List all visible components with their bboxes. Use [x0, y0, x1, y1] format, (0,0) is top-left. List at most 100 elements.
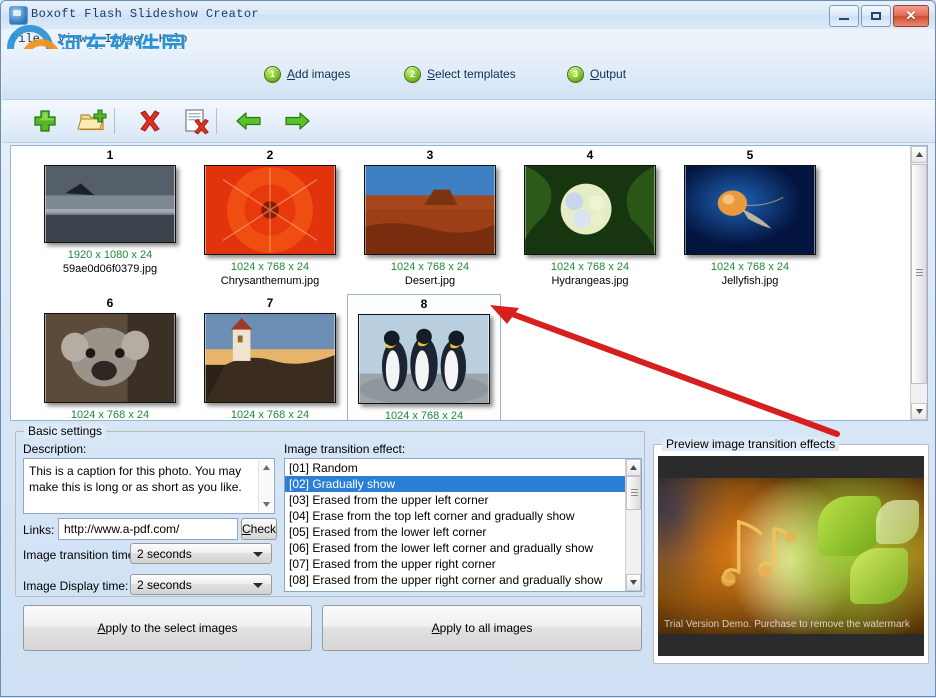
step-3-label: Output: [590, 67, 626, 81]
transition-time-select[interactable]: 2 seconds: [130, 543, 272, 564]
document-delete-icon: [180, 106, 214, 136]
preview-title: Preview image transition effects: [662, 437, 839, 451]
menu-image[interactable]: Image: [96, 30, 150, 48]
list-item[interactable]: [05] Erased from the lower left corner: [285, 524, 625, 540]
close-icon: ✕: [894, 6, 928, 26]
chevron-down-icon: [263, 502, 270, 507]
thumbnail-dimensions: 1024 x 768 x 24: [189, 260, 351, 274]
maximize-button[interactable]: [861, 5, 891, 27]
step-navigation: 1 Add images 2 Select templates 3 Output: [2, 49, 935, 100]
scroll-down-button[interactable]: [911, 403, 927, 420]
description-scroll-up-button[interactable]: [259, 460, 274, 475]
scrollbar-thumb[interactable]: [626, 476, 641, 510]
preview-watermark-text: Trial Version Demo. Purchase to remove t…: [664, 619, 914, 630]
toolbar-separator: [114, 108, 115, 134]
description-input[interactable]: This is a caption for this photo. You ma…: [23, 458, 275, 514]
scroll-down-button[interactable]: [626, 574, 641, 591]
links-input[interactable]: http://www.a-pdf.com/: [58, 518, 238, 540]
red-x-icon: [132, 106, 166, 136]
scroll-up-button[interactable]: [626, 459, 641, 476]
add-images-button[interactable]: [28, 106, 62, 136]
thumbnail-image: [44, 313, 176, 403]
menu-view[interactable]: View: [49, 30, 96, 48]
step-2-badge: 2: [404, 66, 421, 83]
links-value: http://www.a-pdf.com/: [64, 522, 179, 536]
app-logo-icon: [9, 6, 28, 25]
thumbnail-filename: Hydrangeas.jpg: [509, 274, 671, 288]
minimize-button[interactable]: [829, 5, 859, 27]
move-right-button[interactable]: [280, 106, 314, 136]
close-button[interactable]: ✕: [893, 5, 929, 27]
apply-to-selected-button[interactable]: Apply to the select images: [23, 605, 312, 651]
transition-effect-list[interactable]: [01] Random [02] Gradually show [03] Era…: [284, 458, 642, 592]
transition-list-scrollbar[interactable]: [625, 459, 641, 591]
step-add-images[interactable]: 1 Add images: [264, 66, 350, 83]
thumbnail-index: 8: [348, 297, 500, 312]
display-time-select[interactable]: 2 seconds: [130, 574, 272, 595]
leaf-shape: [876, 500, 919, 544]
step-output[interactable]: 3 Output: [567, 66, 626, 83]
remove-image-button[interactable]: [132, 106, 166, 136]
step-select-templates[interactable]: 2 Select templates: [404, 66, 516, 83]
thumbnail-item[interactable]: 6 1024 x 768 x 24 Koala.jpg: [29, 296, 191, 421]
check-link-button[interactable]: Check: [241, 518, 277, 540]
menu-help[interactable]: Help: [150, 30, 197, 48]
apply-to-all-button[interactable]: Apply to all images: [322, 605, 642, 651]
step-3-accel: O: [590, 67, 599, 81]
basic-settings-title: Basic settings: [24, 424, 106, 438]
thumbnail-image: [684, 165, 816, 255]
thumbnail-item[interactable]: 1 1920 x 1080 x 24 59ae0d06f0379.jpg: [29, 148, 191, 276]
step-2-label: Select templates: [427, 67, 516, 81]
move-left-button[interactable]: [232, 106, 266, 136]
add-folder-button[interactable]: [76, 106, 110, 136]
remove-all-button[interactable]: [180, 106, 214, 136]
folder-add-icon: [76, 106, 110, 136]
menu-file[interactable]: File: [2, 30, 49, 48]
list-item[interactable]: [03] Erased from the upper left corner: [285, 492, 625, 508]
step-1-rest: dd images: [295, 67, 350, 81]
thumbnail-index: 2: [189, 148, 351, 163]
step-2-accel: S: [427, 67, 435, 81]
thumbnail-image: [358, 314, 490, 404]
leaf-shape: [850, 548, 909, 604]
list-item[interactable]: [04] Erase from the top left corner and …: [285, 508, 625, 524]
image-list-panel[interactable]: 1 1920 x 1080 x 24 59ae0d06f0379.jpg 2: [10, 145, 928, 421]
thumbnail-image: [44, 165, 176, 243]
description-scrollbar[interactable]: [258, 460, 273, 512]
list-item[interactable]: [09] Erased from the lower right corner: [285, 588, 625, 592]
toolbar-separator: [216, 108, 217, 134]
thumbnail-item[interactable]: 4 1024 x 768 x 24 Hydrangeas.jpg: [509, 148, 671, 288]
apply-all-rest: pply to all images: [440, 621, 533, 635]
image-list-scrollbar[interactable]: [910, 146, 927, 420]
display-time-value: 2 seconds: [137, 578, 192, 592]
chevron-down-icon: [253, 583, 263, 588]
step-1-accel: A: [287, 67, 295, 81]
apply-selected-rest: pply to the select images: [105, 621, 237, 635]
thumbnail-item-selected[interactable]: 8: [347, 294, 501, 421]
thumbnail-dimensions: 1024 x 768 x 24: [189, 408, 351, 421]
list-item[interactable]: [01] Random: [285, 460, 625, 476]
step-1-label: Add images: [287, 67, 350, 81]
list-item[interactable]: [08] Erased from the upper right corner …: [285, 572, 625, 588]
thumbnail-dimensions: 1024 x 768 x 24: [29, 408, 191, 421]
scrollbar-thumb[interactable]: [911, 164, 927, 384]
display-time-label: Image Display time:: [23, 579, 128, 593]
preview-display[interactable]: Trial Version Demo. Purchase to remove t…: [658, 456, 924, 656]
thumbnail-dimensions: 1024 x 768 x 24: [349, 260, 511, 274]
title-bar: Boxoft Flash Slideshow Creator ✕: [1, 1, 935, 29]
green-plus-icon: [28, 106, 62, 136]
description-scroll-down-button[interactable]: [259, 497, 274, 512]
thumbnail-filename: Desert.jpg: [349, 274, 511, 288]
thumbnail-item[interactable]: 5 1024 x 768 x 24 Jellyfish.jpg: [669, 148, 831, 288]
description-text: This is a caption for this photo. You ma…: [29, 463, 251, 495]
thumbnail-item[interactable]: 3 1024 x 768 x 24 Desert.jpg: [349, 148, 511, 288]
thumbnail-item[interactable]: 2 1024 x 768 x 24 Chrysanthemum.jpg: [189, 148, 351, 288]
list-item[interactable]: [06] Erased from the lower left corner a…: [285, 540, 625, 556]
chevron-up-icon: [916, 152, 923, 157]
check-button-label: Check: [242, 522, 276, 536]
list-item[interactable]: [07] Erased from the upper right corner: [285, 556, 625, 572]
thumbnail-index: 7: [189, 296, 351, 311]
thumbnail-item[interactable]: 7 1024 x 768 x 24 Lighthouse.jpg: [189, 296, 351, 421]
scroll-up-button[interactable]: [911, 146, 927, 163]
list-item-selected[interactable]: [02] Gradually show: [285, 476, 625, 492]
